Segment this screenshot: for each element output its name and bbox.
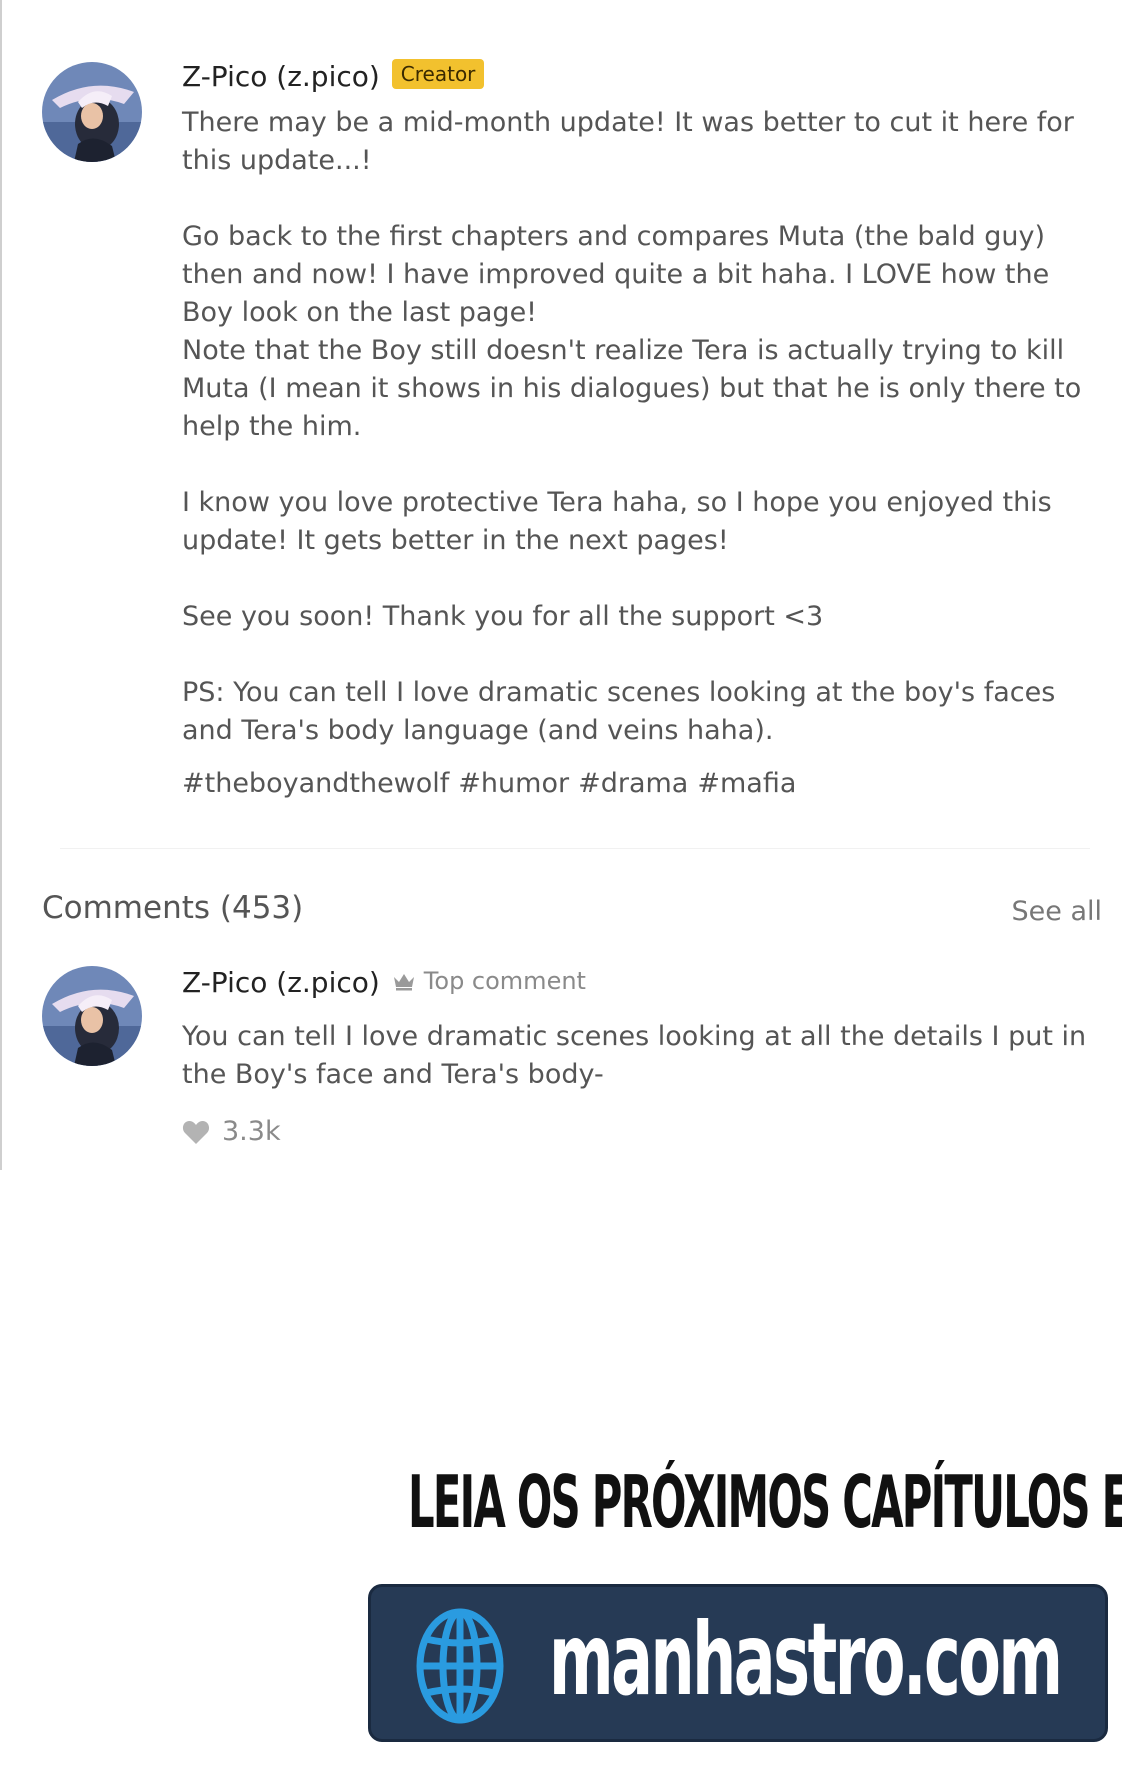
hashtag-link[interactable]: #humor (458, 768, 569, 799)
see-all-link[interactable]: See all (1012, 896, 1103, 927)
creator-badge: Creator (391, 58, 485, 89)
post-paragraph: Go back to the first chapters and compar… (182, 221, 1050, 328)
comment-author-name[interactable]: Z-Pico (z.pico) (182, 966, 380, 999)
post-paragraph: Note that the Boy still doesn't realize … (182, 335, 1082, 442)
avatar[interactable] (42, 966, 142, 1066)
comment-author-line: Z-Pico (z.pico) Top comment (182, 966, 586, 999)
post-author-line: Z-Pico (z.pico) Creator (182, 58, 485, 93)
section-divider (60, 848, 1090, 849)
hashtag-link[interactable]: #mafia (697, 768, 796, 799)
globe-icon (416, 1608, 504, 1724)
comments-title: Comments (453) (42, 890, 304, 926)
top-comment-badge: Top comment (392, 967, 586, 995)
comment-text: You can tell I love dramatic scenes look… (182, 1021, 1087, 1090)
like-count: 3.3k (222, 1116, 281, 1147)
post-paragraph: I know you love protective Tera haha, so… (182, 487, 1052, 556)
post-paragraph: There may be a mid-month update! It was … (182, 107, 1074, 176)
promo-site: manhastro.com (549, 1601, 1063, 1718)
left-edge-rule (0, 0, 2, 1170)
hashtag-link[interactable]: #drama (578, 768, 688, 799)
post-paragraph: See you soon! Thank you for all the supp… (182, 601, 824, 632)
hashtag-link[interactable]: #theboyandthewolf (182, 768, 449, 799)
author-name[interactable]: Z-Pico (z.pico) (182, 60, 380, 93)
heart-icon (182, 1120, 210, 1144)
promo-banner[interactable]: manhastro.com (368, 1584, 1108, 1742)
post-message: There may be a mid-month update! It was … (182, 104, 1102, 750)
crown-icon (393, 973, 414, 990)
top-comment-label: Top comment (423, 966, 586, 995)
like-button[interactable]: 3.3k (182, 1116, 281, 1147)
post-paragraph: PS: You can tell I love dramatic scenes … (182, 677, 1056, 746)
hashtag-list: #theboyandthewolf #humor #drama #mafia (182, 768, 796, 799)
avatar[interactable] (42, 62, 142, 162)
promo-headline: LEIA OS PRÓXIMOS CAPÍTULOS EM (408, 1460, 1122, 1544)
